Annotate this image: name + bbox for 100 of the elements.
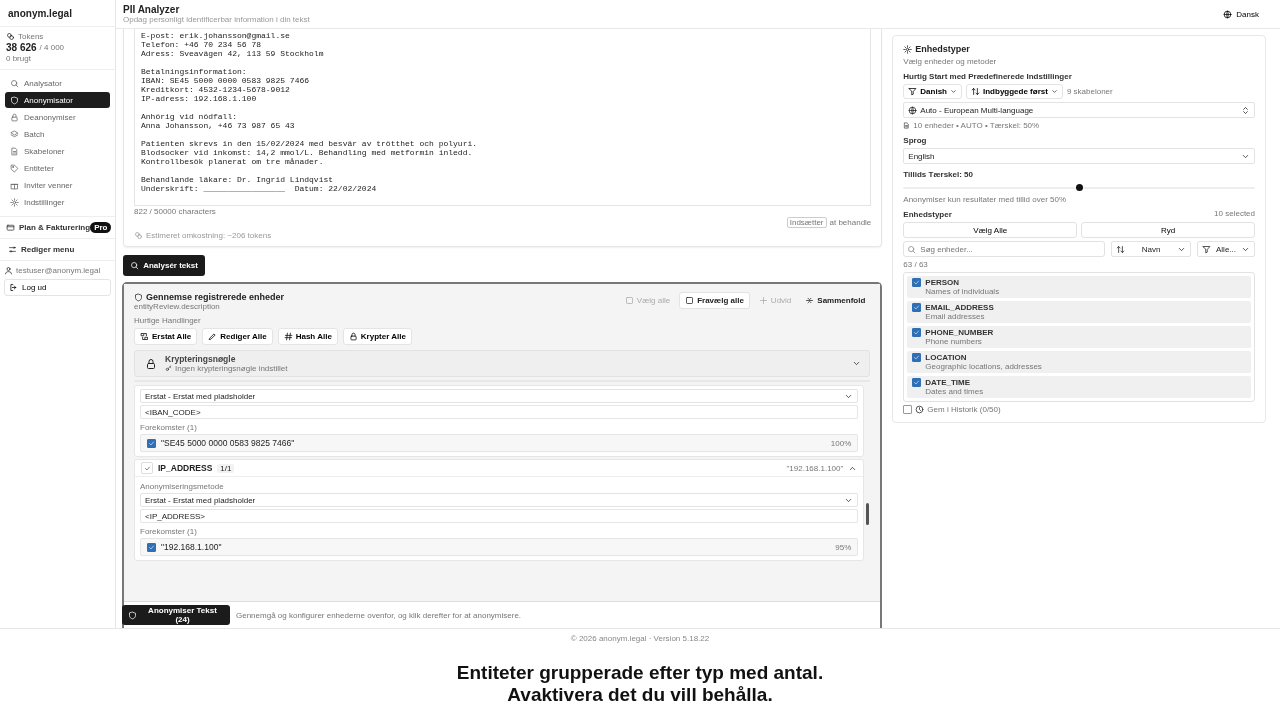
- layers-icon: [10, 129, 19, 139]
- analyze-button[interactable]: Analysér tekst: [123, 255, 205, 276]
- tokens-used: 0 brugt: [6, 54, 32, 63]
- occurrence-checkbox[interactable]: [147, 542, 156, 552]
- entity-checkbox[interactable]: [912, 328, 922, 337]
- entity-checkbox[interactable]: [912, 378, 922, 387]
- threshold-label: Tillids Tærskel: 50: [903, 170, 974, 179]
- sort-select[interactable]: Navn: [1111, 241, 1191, 257]
- entity-row[interactable]: PHONE_NUMBER Phone numbers: [907, 326, 1251, 348]
- clock-icon: [915, 405, 925, 414]
- nav-item[interactable]: Deanonymiser: [5, 109, 110, 125]
- search-icon: [907, 244, 917, 254]
- quick-action-button[interactable]: Erstat Alle: [134, 328, 198, 345]
- placeholder-input[interactable]: <IBAN_CODE>: [140, 405, 859, 419]
- anonymize-hint: Gennemgå og konfigurer enhederne ovenfor, og klik derefter for at anonymisere.: [236, 610, 522, 620]
- placeholder-input[interactable]: <IP_ADDRESS>: [140, 509, 859, 523]
- coins-icon: [6, 32, 15, 41]
- preset-info: 10 enheder • AUTO • Tærskel: 50%: [913, 121, 1040, 130]
- encryption-status: Ingen krypteringsnøgle indstillet: [175, 364, 288, 373]
- method-select[interactable]: Erstat - Erstat med pladsholder: [140, 493, 859, 507]
- character-count: 822 / 50000 characters: [134, 207, 217, 216]
- selected-count: 10 selected: [1214, 208, 1255, 218]
- app-logo[interactable]: anonym.legal: [0, 0, 115, 27]
- expand-icon: [758, 296, 768, 305]
- quick-action-button[interactable]: Rediger Alle: [202, 328, 273, 345]
- quick-action-button[interactable]: Hash Alle: [277, 328, 338, 345]
- nav-item[interactable]: Entiteter: [5, 160, 110, 176]
- tokens-label: Tokens: [18, 32, 44, 41]
- occurrence-item[interactable]: "SE45 5000 0000 0583 9825 7466" 100%: [140, 434, 859, 452]
- scrollbar-thumb[interactable]: [866, 503, 870, 525]
- globe-icon: [1223, 9, 1233, 19]
- entity-row[interactable]: DATE_TIME Dates and times: [907, 376, 1251, 398]
- shield-icon: [128, 610, 137, 620]
- user-icon: [4, 266, 13, 275]
- occurrence-item[interactable]: "192.168.1.100" 95%: [140, 538, 859, 556]
- nav-item[interactable]: Indstillinger: [5, 194, 110, 210]
- nav-item[interactable]: Anonymisator: [5, 92, 110, 108]
- review-title: Gennemse registrerede enheder: [146, 292, 285, 302]
- plan-link[interactable]: Plan & Fakturering: [6, 223, 91, 232]
- encryption-key-panel[interactable]: Krypteringsnøgle Ingen krypteringsnøgle indstillet: [134, 350, 871, 377]
- entity-checkbox[interactable]: [912, 278, 922, 287]
- entity-name: EMAIL_ADDRESS: [925, 303, 994, 312]
- anonymize-button[interactable]: Anonymiser Tekst (24): [122, 605, 230, 625]
- template-filter-button[interactable]: Indbyggede først: [966, 84, 1063, 99]
- sort-icon: [971, 87, 980, 96]
- template-filter-button[interactable]: Danish: [903, 84, 962, 99]
- key-icon: [165, 365, 172, 372]
- check-icon: [913, 379, 921, 386]
- entity-checkbox[interactable]: [912, 353, 922, 362]
- entity-description: Phone numbers: [925, 337, 983, 346]
- entity-name: LOCATION: [925, 353, 968, 362]
- entity-description: Dates and times: [925, 387, 984, 396]
- confidence-value: 100%: [830, 438, 852, 448]
- checkbox-icon: [685, 296, 695, 305]
- globe-icon: [908, 105, 918, 115]
- entity-types-label: Enhedstyper: [903, 210, 952, 219]
- entity-search-field[interactable]: Søg enheder...: [903, 241, 1105, 257]
- clear-button[interactable]: Ryd: [1081, 222, 1255, 238]
- preset-select[interactable]: Auto - European Multi-language: [903, 102, 1255, 118]
- template-count: 9 skabeloner: [1066, 87, 1113, 96]
- nav-item[interactable]: Batch: [5, 126, 110, 142]
- entity-description: Email addresses: [925, 312, 986, 321]
- method-label: Anonymiseringsmetode: [140, 482, 225, 491]
- coins-icon: [134, 231, 143, 240]
- group-checkbox[interactable]: [141, 462, 153, 474]
- settings-title: Enhedstyper: [915, 44, 970, 54]
- quick-action-button[interactable]: Krypter Alle: [342, 328, 412, 345]
- nav-item[interactable]: Skabeloner: [5, 143, 110, 159]
- chevron-down-icon: [1050, 88, 1058, 95]
- lock-icon: [10, 112, 19, 122]
- quick-start-label: Hurtig Start med Prædefinerede Indstillinger: [903, 72, 1073, 81]
- page-title: PII Analyzer: [123, 4, 181, 15]
- entity-description: Names of individuals: [925, 287, 1000, 296]
- select-all-button[interactable]: Vælg Alle: [903, 222, 1078, 238]
- language-select[interactable]: English: [903, 148, 1255, 164]
- review-action-button[interactable]: Fravælg alle: [679, 292, 750, 309]
- entity-type-name: IP_ADDRESS: [158, 463, 213, 473]
- edit-menu-link[interactable]: Rediger menu: [8, 245, 107, 254]
- filter-select[interactable]: Alle...: [1197, 241, 1255, 257]
- logout-button[interactable]: Log ud: [4, 279, 111, 296]
- check-icon: [913, 354, 921, 361]
- entity-row[interactable]: EMAIL_ADDRESS Email addresses: [907, 301, 1251, 323]
- review-action-button[interactable]: Sammenfold: [800, 292, 871, 309]
- history-checkbox[interactable]: [903, 405, 913, 414]
- nav-item[interactable]: Analysator: [5, 75, 110, 91]
- entity-row[interactable]: LOCATION Geographic locations, addresses: [907, 351, 1251, 373]
- footer-text: © 2026 anonym.legal · Version 5.18.22: [569, 632, 711, 645]
- shortcut-key: Indsætter: [786, 217, 827, 228]
- settings-icon: [10, 197, 19, 207]
- occurrences-label: Forekomster (1): [140, 423, 198, 432]
- nav-item[interactable]: Inviter venner: [5, 177, 110, 193]
- text-input[interactable]: E-post: erik.johansson@gmail.se Telefon: +46 70 234 56 78 Adress: Sveavägen 42, 113 59 Stockholm Betalningsinformation: IBAN: SE45 5000 0000 0583 9825 7466 Kreditkort: 4532-1234-5678-9012 IP-adress: 192.168.1.100 Anhörig vid nödfall: Anna Johansson, +46 73 987 65 43 Patienten skrevs in den 15/02/2024 med besvär av trötthet och polyuri. Blodsocker vid inkomst: 14,2 mmol/L. Behandling med metformin inledd. Kontrollbesök planerat om tre månader. Behandlande läkare: Dr. Ingrid Lindqvist Underskrift: _________________ Datum: 22/02/2024: [134, 29, 872, 206]
- language-label: Sprog: [903, 136, 928, 145]
- occurrence-checkbox[interactable]: [147, 438, 156, 448]
- slider-thumb[interactable]: [1075, 184, 1083, 191]
- review-description: entityReview.description: [134, 302, 221, 311]
- entity-checkbox[interactable]: [912, 303, 922, 312]
- entity-row[interactable]: PERSON Names of individuals: [907, 276, 1251, 298]
- language-button[interactable]: Dansk: [1217, 8, 1265, 20]
- method-select[interactable]: Erstat - Erstat med pladsholder: [140, 389, 859, 403]
